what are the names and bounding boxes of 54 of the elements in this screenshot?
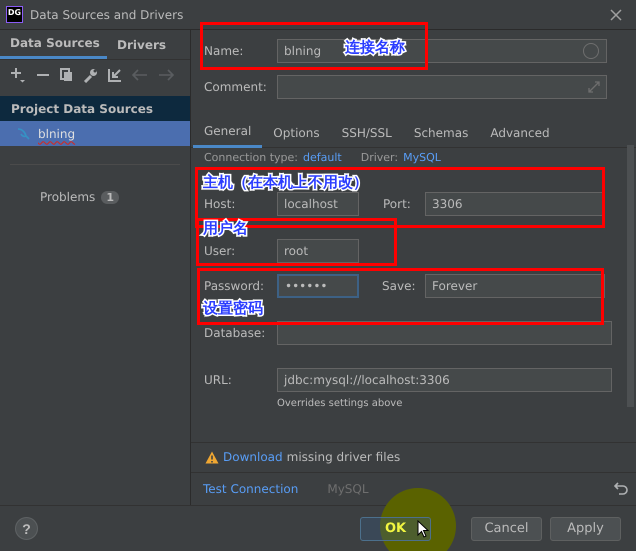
cursor-icon bbox=[417, 520, 429, 538]
wrench-icon[interactable] bbox=[83, 68, 98, 82]
add-icon[interactable] bbox=[10, 67, 26, 83]
connection-type-link[interactable]: default bbox=[303, 151, 342, 164]
revert-icon[interactable] bbox=[614, 482, 628, 496]
problems-count: 1 bbox=[101, 190, 119, 204]
sidebar-tab[interactable]: Drivers bbox=[107, 30, 176, 59]
app-logo: DG bbox=[6, 6, 23, 23]
port-field[interactable]: 3306 bbox=[425, 192, 605, 216]
copy-icon[interactable] bbox=[60, 68, 73, 82]
test-connection-link[interactable]: Test Connection bbox=[203, 482, 298, 496]
circle-icon bbox=[582, 42, 600, 60]
data-source-item[interactable]: blning bbox=[0, 121, 190, 146]
field-label: Save: bbox=[382, 279, 416, 293]
comment-field[interactable] bbox=[277, 75, 607, 99]
scrollbar[interactable] bbox=[627, 145, 634, 407]
expand-icon bbox=[588, 81, 600, 93]
warning-icon bbox=[205, 450, 219, 464]
annotation-text: 主机（在本机上不用改） bbox=[203, 173, 368, 192]
field-label: Port: bbox=[383, 197, 412, 211]
import-icon[interactable] bbox=[108, 68, 122, 82]
field-label: Driver: bbox=[360, 151, 398, 164]
field-label: Database: bbox=[204, 326, 266, 340]
user-field[interactable]: root bbox=[277, 239, 359, 263]
section-header: Project Data Sources bbox=[0, 96, 190, 121]
help-button[interactable]: ? bbox=[15, 517, 38, 540]
host-field[interactable]: localhost bbox=[277, 192, 359, 216]
settings-tab[interactable]: General bbox=[193, 117, 262, 148]
dialog-button[interactable]: Cancel bbox=[471, 516, 542, 540]
field-label: URL: bbox=[204, 373, 233, 387]
field-label: Password: bbox=[204, 279, 266, 293]
sidebar-tab[interactable]: Data Sources bbox=[0, 30, 107, 59]
problems-label[interactable]: Problems bbox=[40, 190, 96, 204]
download-link[interactable]: Download bbox=[223, 450, 283, 464]
password-field[interactable]: •••••• bbox=[277, 274, 359, 298]
settings-tab[interactable]: Options bbox=[262, 117, 331, 148]
field-label: Name: bbox=[204, 44, 244, 58]
field-label: Host: bbox=[204, 197, 236, 211]
annotation-text: 连接名称 bbox=[345, 38, 405, 57]
settings-tab[interactable]: SSH/SSL bbox=[330, 117, 403, 148]
window-title: Data Sources and Drivers bbox=[30, 8, 184, 22]
hint-text: Overrides settings above bbox=[277, 398, 404, 409]
settings-tab[interactable]: Schemas bbox=[402, 117, 480, 148]
settings-tab[interactable]: Advanced bbox=[479, 117, 561, 148]
warning-text: missing driver files bbox=[286, 450, 400, 464]
annotation-text: 设置密码 bbox=[203, 299, 263, 318]
field-label: Comment: bbox=[204, 80, 268, 94]
field-label: User: bbox=[204, 244, 236, 258]
driver-link[interactable]: MySQL bbox=[403, 151, 441, 164]
close-icon[interactable] bbox=[610, 8, 622, 20]
dialog-button[interactable]: Apply bbox=[550, 516, 621, 540]
save-dropdown[interactable]: Forever bbox=[425, 274, 605, 298]
url-field[interactable]: jdbc:mysql://localhost:3306 bbox=[277, 368, 612, 392]
field-label: Connection type: bbox=[204, 151, 298, 164]
